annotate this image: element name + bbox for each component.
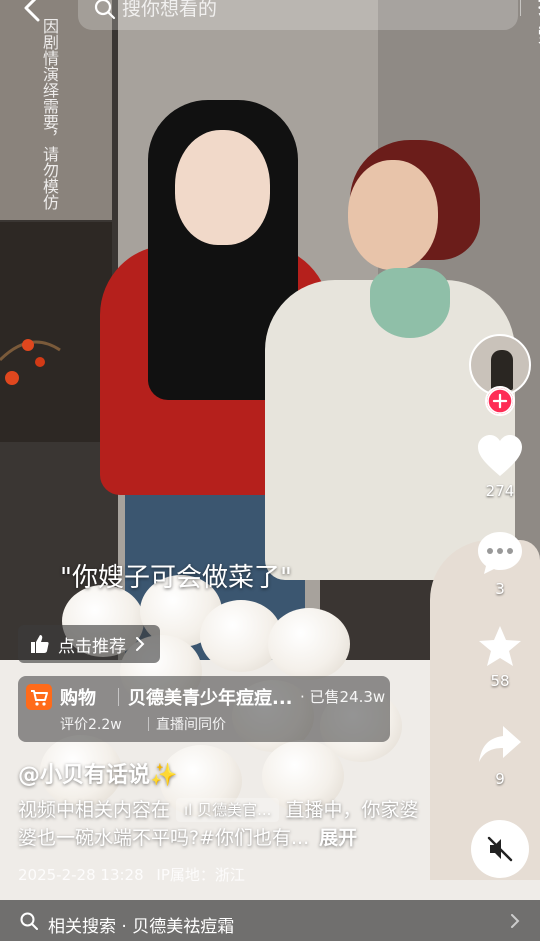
- video-description[interactable]: 视频中相关内容在 ıl 贝德美官... 直播中，你家婆婆也一碗水端不平吗?#你们也有…: [18, 796, 428, 852]
- sold-count: · 已售24.3w: [300, 688, 386, 706]
- search-bar[interactable]: 搜你想看的 搜索: [78, 0, 540, 47]
- like-count: 274: [485, 482, 515, 500]
- ip-location: IP属地：浙江: [156, 866, 245, 884]
- steamed-bun: [268, 608, 350, 680]
- chevron-right-icon: [136, 637, 145, 651]
- share-icon: [479, 726, 521, 762]
- divider: [148, 717, 149, 731]
- share-button[interactable]: 9: [470, 724, 530, 788]
- like-button[interactable]: 274: [470, 434, 530, 500]
- mute-icon: [487, 836, 513, 862]
- post-meta: 2025-2-28 13:28 IP属地：浙江: [18, 864, 245, 885]
- related-search-label: 相关搜索 · 贝德美祛痘霜: [48, 917, 235, 937]
- video-subtitle: "你嫂子可会做菜了": [60, 563, 292, 593]
- mute-button[interactable]: [471, 820, 529, 878]
- shop-label: 购物: [60, 688, 96, 709]
- live-link-chip[interactable]: ıl 贝德美官...: [176, 798, 280, 822]
- decorative-branch: [0, 339, 61, 385]
- product-name[interactable]: 贝德美青少年痘痘...: [128, 684, 310, 710]
- recommend-label: 点击推荐: [58, 636, 126, 657]
- heart-icon: [478, 435, 522, 476]
- expand-button[interactable]: 展开: [319, 827, 357, 849]
- comment-button[interactable]: 3: [470, 530, 530, 598]
- disclaimer-text: 因剧情演绎需要，请勿模仿: [40, 18, 59, 210]
- person-face: [348, 160, 438, 270]
- shopping-card[interactable]: 购物 贝德美青少年痘痘... · 已售24.3w 评价2.2w 直播间同价: [18, 676, 390, 742]
- divider: [118, 688, 119, 706]
- person-scarf: [370, 268, 450, 338]
- search-input[interactable]: 搜你想看的: [122, 0, 217, 21]
- author-name[interactable]: @小贝有话说✨: [18, 757, 177, 789]
- rating-count: 评价2.2w: [60, 717, 122, 733]
- search-icon: [94, 0, 116, 20]
- favorite-count: 58: [490, 672, 510, 690]
- person-face: [175, 130, 270, 245]
- comment-count: 3: [495, 580, 505, 598]
- thumb-up-icon: [31, 635, 49, 653]
- comment-icon: [478, 532, 522, 574]
- share-count: 9: [495, 770, 505, 788]
- star-icon: [479, 626, 521, 666]
- search-icon: [20, 912, 38, 930]
- search-divider: [520, 0, 521, 16]
- post-date: 2025-2-28 13:28: [18, 866, 144, 884]
- avatar-figure: [491, 350, 513, 390]
- recommend-button[interactable]: 点击推荐: [18, 625, 160, 663]
- follow-button[interactable]: [485, 386, 515, 416]
- price-note: 直播间同价: [156, 717, 226, 733]
- chevron-right-icon: [511, 914, 520, 928]
- cart-icon: [26, 684, 52, 710]
- description-text: 视频中相关内容在: [18, 799, 171, 821]
- related-search-bar[interactable]: 相关搜索 · 贝德美祛痘霜: [0, 900, 540, 941]
- favorite-button[interactable]: 58: [470, 624, 530, 690]
